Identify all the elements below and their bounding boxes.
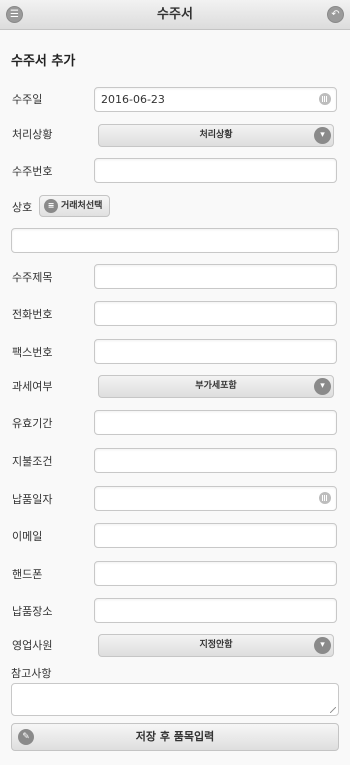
list-icon: ≡ [44, 199, 58, 213]
phone-label: 전화번호 [12, 308, 53, 321]
sales-rep-select[interactable]: 지정안함 ▾ [98, 634, 334, 657]
select-customer-label: 거래처선택 [61, 201, 103, 211]
mobile-field[interactable] [94, 561, 337, 586]
tax-select[interactable]: 부가세포함 ▾ [98, 375, 334, 398]
status-label: 처리상황 [12, 128, 53, 141]
sales-rep-selected: 지정안함 [199, 640, 233, 650]
fax-field[interactable] [94, 339, 337, 364]
validity-field[interactable] [94, 410, 337, 435]
app-header: ☰ 수주서 ↶ [0, 0, 350, 30]
order-date-value: 2016-06-23 [101, 93, 165, 106]
validity-label: 유효기간 [12, 417, 53, 430]
select-customer-button[interactable]: ≡ 거래처선택 [39, 195, 110, 217]
tax-selected: 부가세포함 [195, 381, 237, 391]
notes-textarea[interactable] [11, 683, 339, 716]
notes-label: 참고사항 [11, 667, 52, 680]
page-title: 수주서 [157, 7, 193, 22]
calendar-icon[interactable] [319, 492, 331, 504]
save-button-label: 저장 후 품목입력 [135, 730, 215, 743]
calendar-icon[interactable] [319, 93, 331, 105]
subject-label: 수주제목 [12, 271, 53, 284]
chevron-down-icon: ▾ [314, 637, 331, 654]
chevron-down-icon: ▾ [314, 127, 331, 144]
order-no-field[interactable] [94, 158, 337, 183]
payment-field[interactable] [94, 448, 337, 473]
sales-rep-label: 영업사원 [12, 639, 53, 652]
status-selected: 처리상황 [199, 130, 233, 140]
status-select[interactable]: 처리상황 ▾ [98, 124, 334, 147]
back-icon[interactable]: ↶ [327, 6, 344, 23]
mobile-label: 핸드폰 [12, 568, 43, 581]
chevron-down-icon: ▾ [314, 378, 331, 395]
company-label: 상호 [12, 201, 33, 214]
order-date-label: 수주일 [12, 93, 43, 106]
phone-field[interactable] [94, 301, 337, 326]
company-field[interactable] [11, 228, 339, 253]
order-no-label: 수주번호 [12, 165, 53, 178]
pencil-icon: ✎ [18, 729, 34, 745]
fax-label: 팩스번호 [12, 346, 53, 359]
email-label: 이메일 [12, 530, 43, 543]
payment-label: 지불조건 [12, 455, 53, 468]
order-date-field[interactable]: 2016-06-23 [94, 87, 337, 112]
save-button[interactable]: ✎ 저장 후 품목입력 [11, 723, 339, 751]
tax-label: 과세여부 [12, 380, 53, 393]
delivery-place-field[interactable] [94, 598, 337, 623]
form-title: 수주서 추가 [11, 54, 76, 69]
delivery-place-label: 납품장소 [12, 605, 53, 618]
delivery-date-field[interactable] [94, 486, 337, 511]
email-field[interactable] [94, 523, 337, 548]
subject-field[interactable] [94, 264, 337, 289]
delivery-date-label: 납품일자 [12, 493, 53, 506]
